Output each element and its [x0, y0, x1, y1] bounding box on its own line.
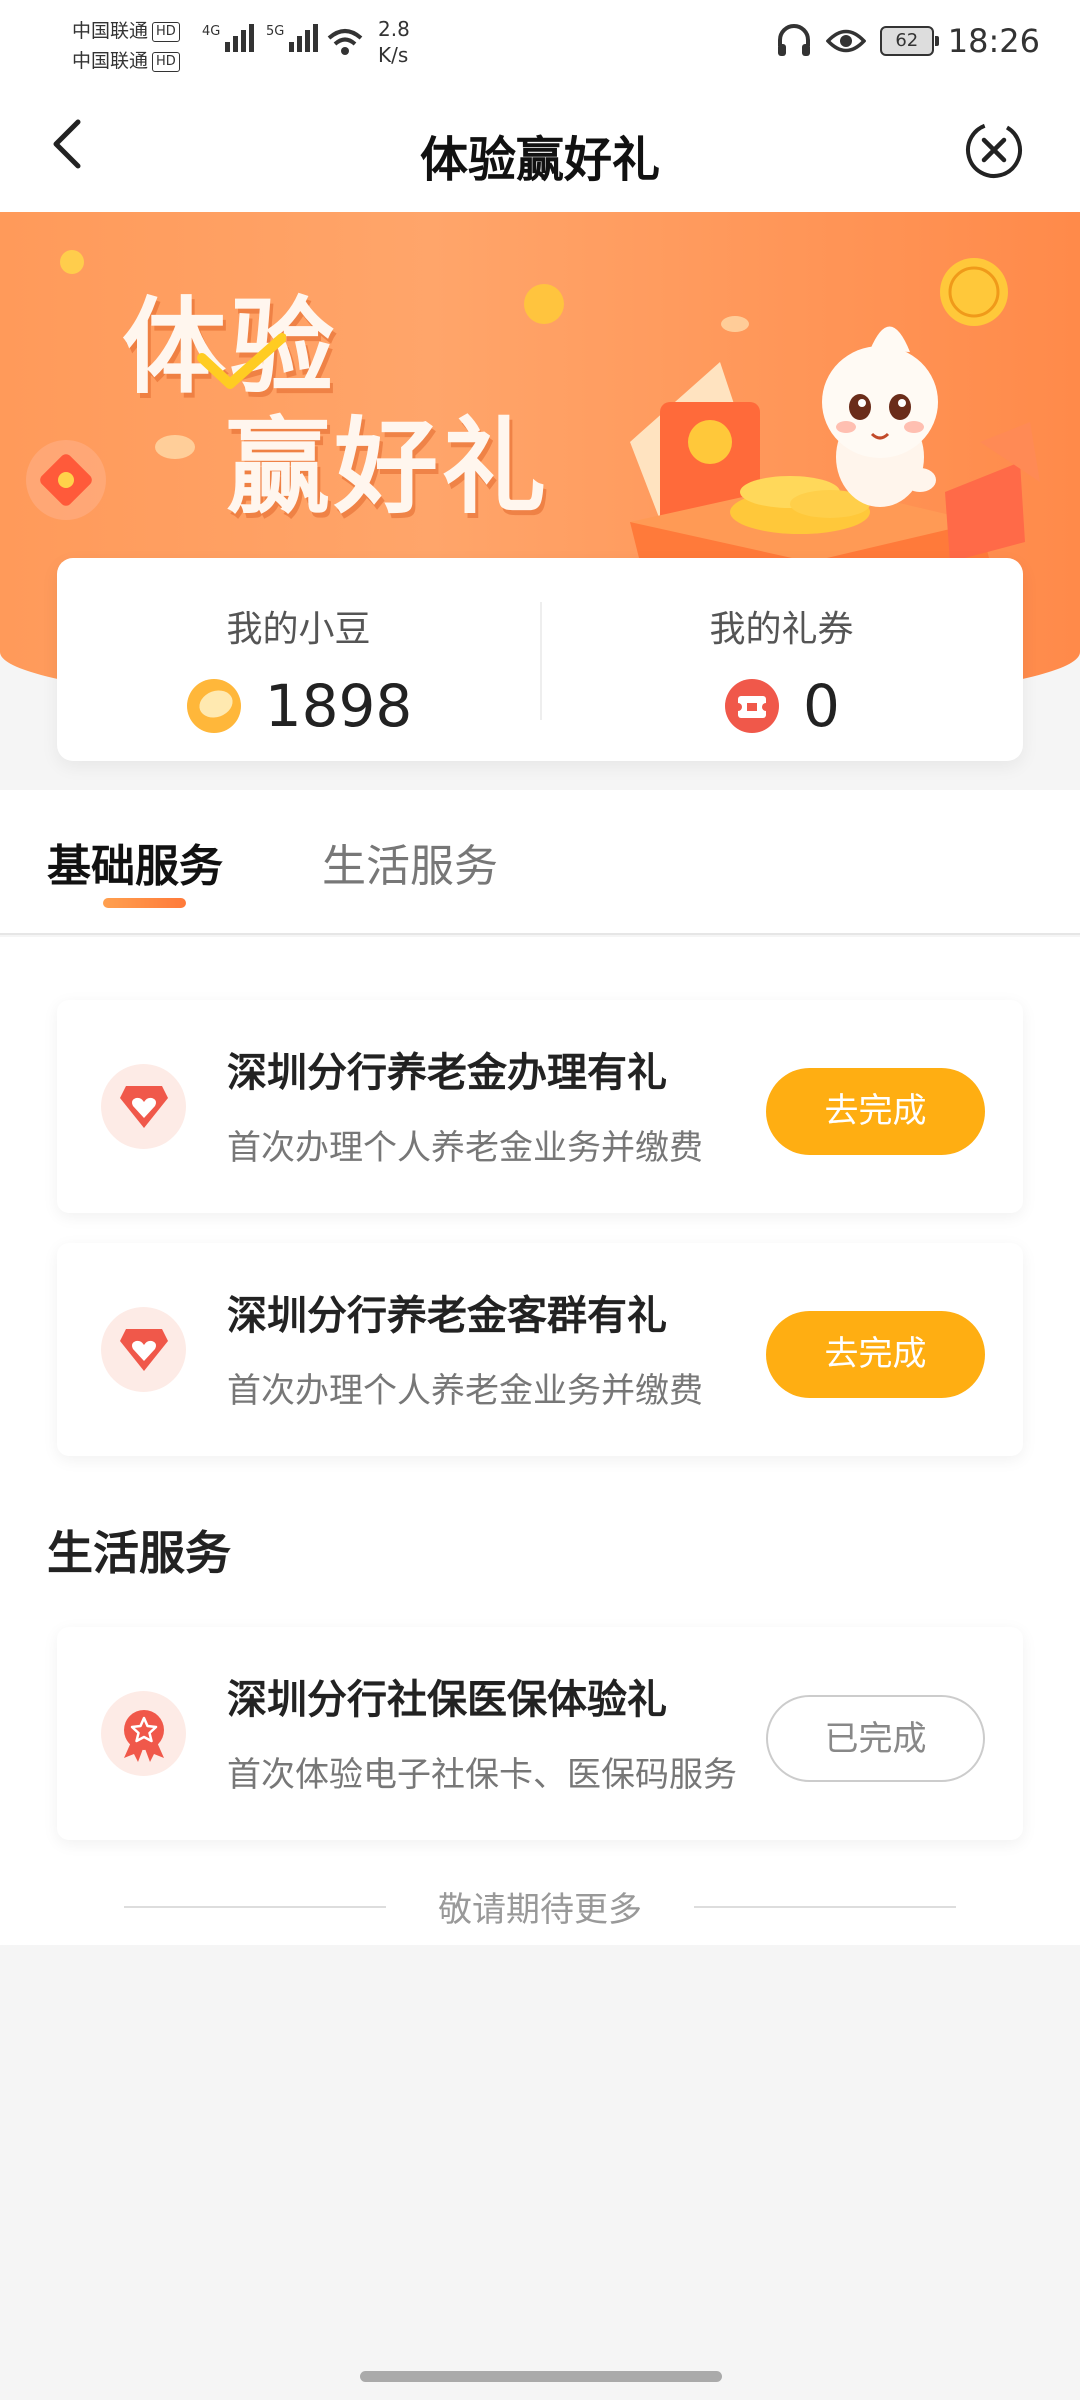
task-title: 深圳分行社保医保体验礼: [227, 1677, 667, 1723]
more-coming-note: 敬请期待更多: [0, 1882, 1080, 1931]
tab-life-services[interactable]: 生活服务: [322, 830, 498, 894]
go-complete-button[interactable]: 去完成: [766, 1311, 985, 1398]
speed-unit: K/s: [378, 43, 409, 67]
signal-5g-icon: 5G: [266, 24, 319, 52]
task-description: 首次体验电子社保卡、医保码服务: [227, 1755, 737, 1795]
diamond-heart-icon: [101, 1064, 186, 1149]
signal-4g-icon: 4G: [202, 24, 255, 52]
page-title: 体验赢好礼: [419, 132, 660, 188]
tab-active-indicator: [103, 898, 186, 908]
completed-button[interactable]: 已完成: [766, 1695, 985, 1782]
task-card[interactable]: 深圳分行养老金办理有礼 首次办理个人养老金业务并缴费 去完成: [57, 1000, 1023, 1213]
clock: 18:26: [947, 22, 1040, 60]
home-indicator[interactable]: [360, 2371, 722, 2382]
coupons-label: 我的礼券: [709, 609, 854, 650]
points-summary-card: 我的小豆 1898 我的礼券 0: [57, 558, 1023, 761]
network-speed: 2.8 K/s: [378, 16, 410, 68]
banner-title-line-2: 赢好礼: [226, 406, 551, 528]
coupons-stat[interactable]: 我的礼券 0: [540, 558, 1023, 761]
task-card[interactable]: 深圳分行社保医保体验礼 首次体验电子社保卡、医保码服务 已完成: [57, 1627, 1023, 1840]
beans-stat[interactable]: 我的小豆 1898: [57, 558, 540, 761]
coupons-value: 0: [803, 672, 840, 740]
network-type-label: 5G: [266, 24, 285, 39]
bean-coin-icon: [186, 679, 241, 733]
carrier-1: 中国联通: [72, 20, 149, 42]
task-description: 首次办理个人养老金业务并缴费: [227, 1371, 703, 1411]
life-services-heading: 生活服务: [47, 1526, 231, 1580]
wifi-icon: [327, 29, 363, 55]
diamond-heart-icon: [101, 1307, 186, 1392]
task-card[interactable]: 深圳分行养老金客群有礼 首次办理个人养老金业务并缴费 去完成: [57, 1243, 1023, 1456]
tab-basic-services[interactable]: 基础服务: [47, 830, 223, 894]
coupon-icon: [725, 679, 780, 733]
award-medal-icon: [101, 1691, 186, 1776]
task-title: 深圳分行养老金客群有礼: [227, 1293, 667, 1339]
hd-badge: HD: [152, 51, 180, 72]
beans-label: 我的小豆: [226, 609, 371, 650]
more-coming-text: 敬请期待更多: [438, 1890, 642, 1930]
status-bar: 中国联通 HD 中国联通 HD 4G 5G 2.8 K/s 62 18:26: [0, 0, 1080, 92]
nav-bar: 体验赢好礼: [0, 92, 1080, 212]
network-type-label: 4G: [202, 24, 221, 39]
divider-line: [694, 1905, 956, 1908]
task-title: 深圳分行养老金办理有礼: [227, 1050, 667, 1096]
eye-icon: [825, 29, 866, 53]
battery-icon: 62: [879, 26, 939, 56]
beans-value: 1898: [264, 672, 413, 740]
task-description: 首次办理个人养老金业务并缴费: [227, 1128, 703, 1168]
hd-badge: HD: [152, 21, 180, 42]
carrier-2: 中国联通: [72, 50, 149, 72]
battery-level: 62: [895, 30, 919, 51]
carrier-info: 中国联通 HD 中国联通 HD: [72, 16, 180, 76]
task-list: 深圳分行养老金办理有礼 首次办理个人养老金业务并缴费 去完成 深圳分行养老金客群…: [0, 937, 1080, 1945]
headphones-icon: [777, 24, 810, 56]
tab-bar: 基础服务 生活服务: [0, 790, 1080, 935]
speed-value: 2.8: [378, 17, 410, 41]
close-icon[interactable]: [964, 120, 1024, 180]
divider-line: [124, 1905, 386, 1908]
go-complete-button[interactable]: 去完成: [766, 1068, 985, 1155]
